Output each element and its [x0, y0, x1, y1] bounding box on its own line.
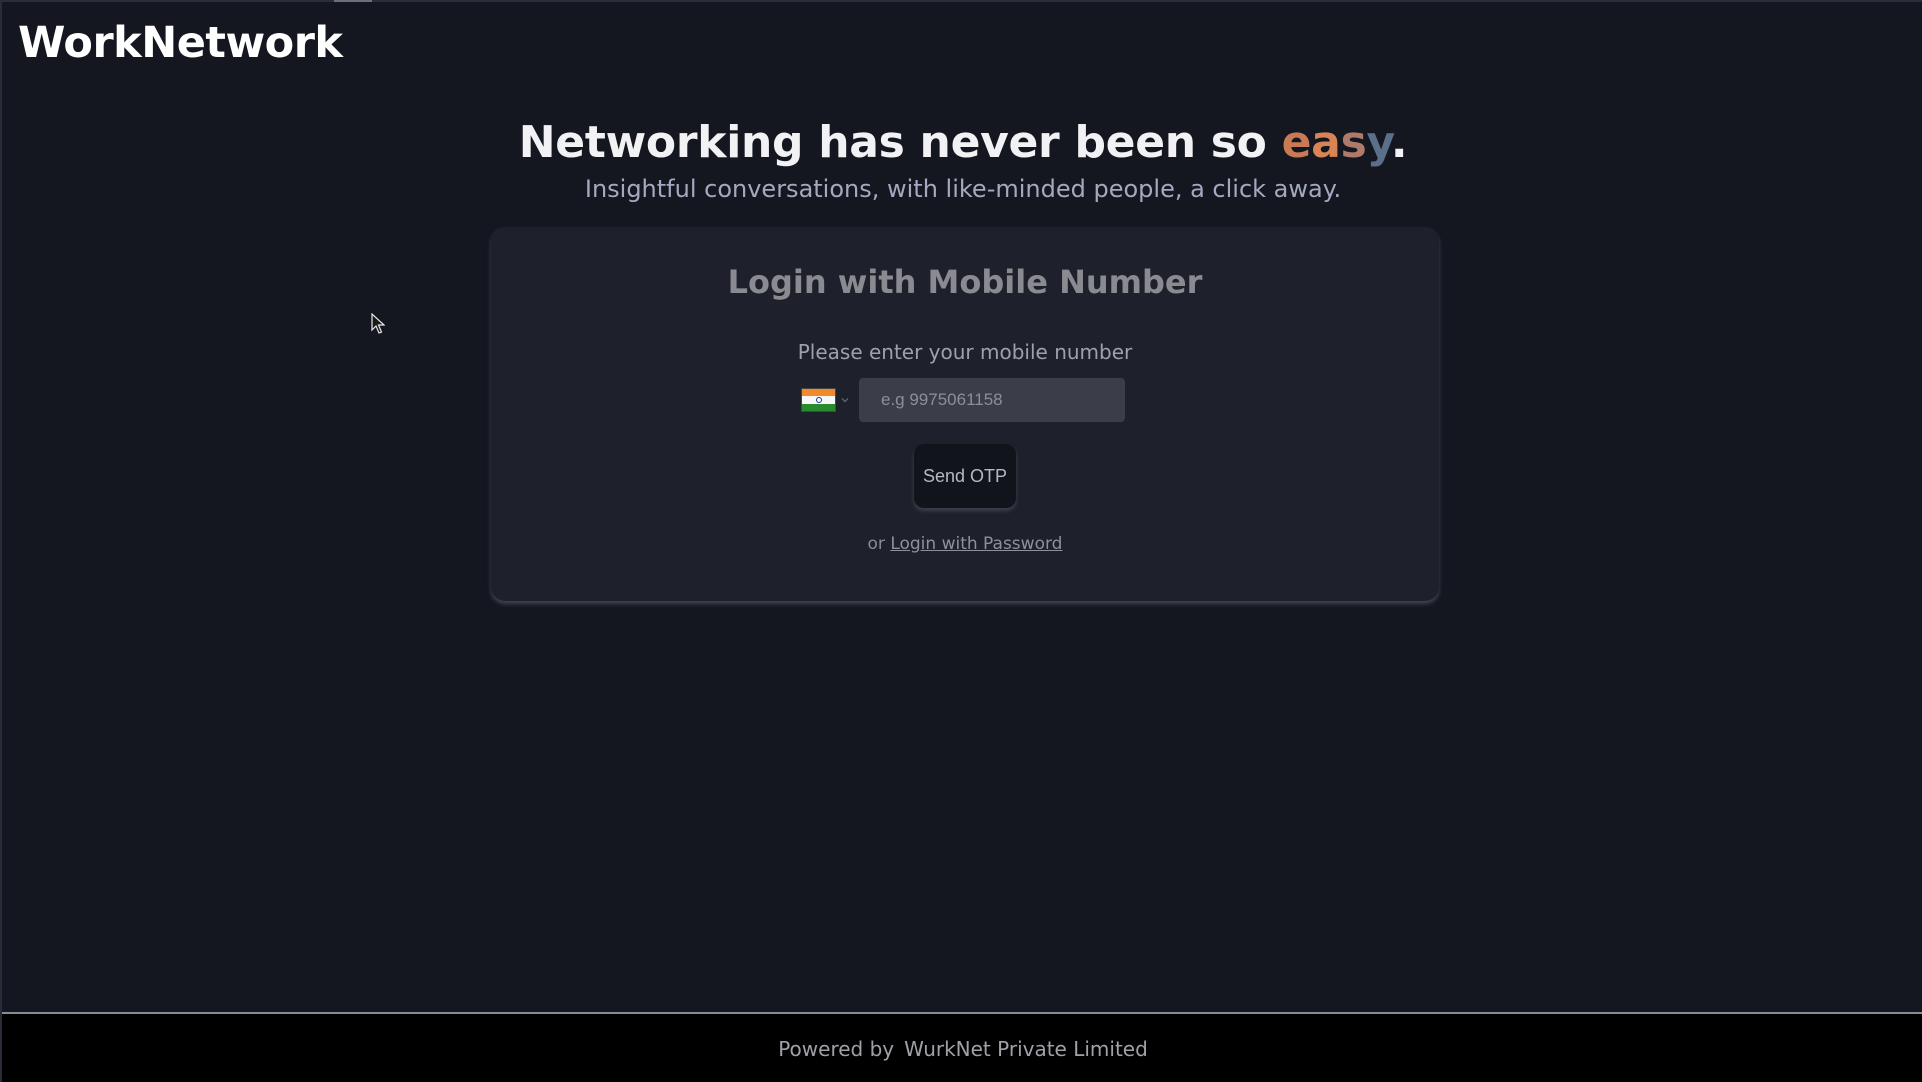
login-with-password-link[interactable]: Login with Password	[890, 534, 1062, 554]
mobile-number-prompt: Please enter your mobile number	[797, 340, 1133, 364]
login-page: WorkNetwork Networking has never been so…	[0, 0, 1922, 1082]
hero-title-suffix: .	[1390, 117, 1408, 168]
phone-input-row	[801, 378, 1125, 422]
flag-green-band	[802, 403, 835, 411]
hero-title-highlight-e: e	[1281, 117, 1312, 168]
hero-title-prefix: Networking has never been so	[518, 117, 1282, 168]
hero-subtitle: Insightful conversations, with like-mind…	[584, 175, 1342, 203]
hero-section: Networking has never been so easy. Insig…	[2, 112, 1922, 204]
flag-chakra	[815, 396, 822, 403]
hero-title-highlight-y: y	[1366, 117, 1391, 168]
flag-white-band	[802, 396, 835, 404]
alt-login-prefix: or	[867, 534, 885, 554]
footer: Powered by WurkNet Private Limited	[2, 1012, 1922, 1082]
mobile-number-input[interactable]	[859, 378, 1125, 422]
top-border-marker	[334, 0, 372, 2]
hero-title: Networking has never been so easy.	[2, 112, 1922, 174]
login-card-title: Login with Mobile Number	[727, 263, 1203, 301]
chevron-down-icon	[841, 398, 849, 403]
flag-saffron-band	[802, 389, 835, 397]
brand-logo-text[interactable]: WorkNetwork	[18, 18, 343, 68]
mouse-cursor-icon	[371, 313, 385, 334]
hero-title-highlight-a: a	[1311, 117, 1341, 168]
hero-title-highlight-s: s	[1340, 117, 1367, 168]
india-flag-icon	[801, 388, 836, 412]
login-card: Login with Mobile Number Please enter yo…	[491, 227, 1439, 601]
top-border	[2, 0, 1922, 2]
footer-company-name[interactable]: WurkNet Private Limited	[904, 1037, 1148, 1061]
send-otp-button[interactable]: Send OTP	[914, 444, 1016, 508]
footer-powered-by: Powered by	[778, 1037, 895, 1061]
country-code-select[interactable]	[801, 378, 859, 422]
alt-login-row: or Login with Password	[491, 534, 1439, 554]
